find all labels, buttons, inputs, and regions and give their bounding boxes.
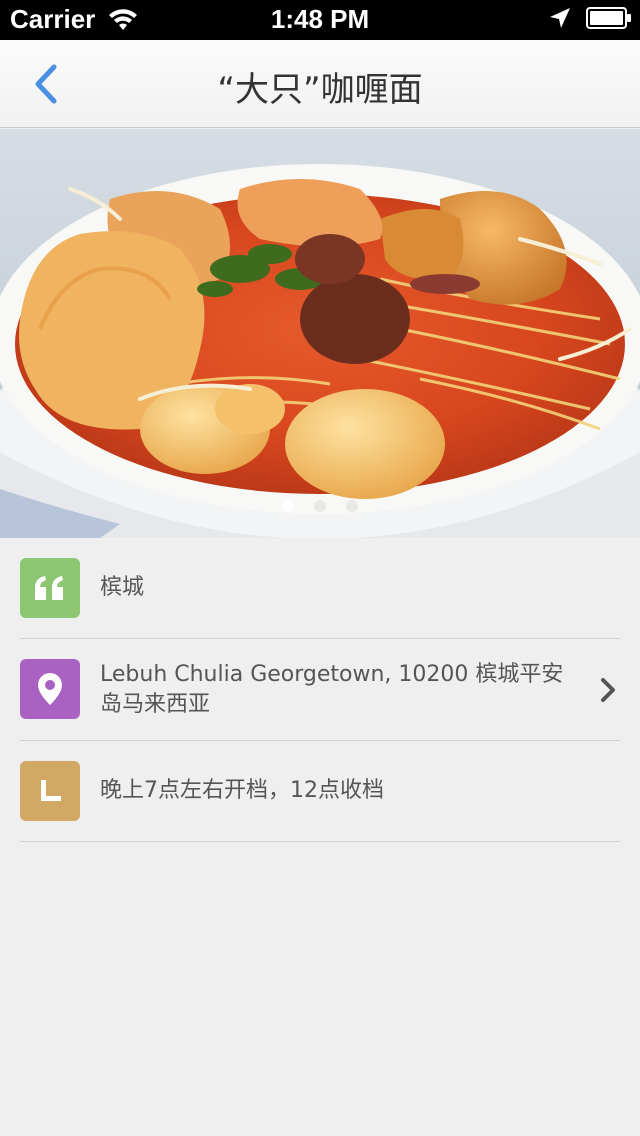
region-text: 槟城 <box>100 575 145 600</box>
location-arrow-icon <box>550 8 570 28</box>
status-time: 1:48 PM <box>270 4 370 34</box>
clock-icon <box>20 761 80 821</box>
info-list: 槟城 Lebuh Chulia Georgetown, 10200 槟城平安岛马… <box>0 538 640 842</box>
quote-icon <box>20 558 80 618</box>
page-dot-3[interactable] <box>346 500 358 512</box>
navigation-bar: “大只”咖喱面 <box>0 40 640 128</box>
chevron-right-icon[interactable] <box>596 677 620 703</box>
food-photo <box>0 129 640 538</box>
battery-icon <box>586 7 631 29</box>
info-row-region: 槟城 <box>20 538 620 639</box>
map-pin-icon <box>20 659 80 719</box>
chevron-left-icon <box>35 64 57 104</box>
page-indicator[interactable] <box>0 500 640 512</box>
address-text: Lebuh Chulia Georgetown, 10200 槟城平安岛马来西亚 <box>100 661 564 717</box>
info-row-hours: 晚上7点左右开档，12点收档 <box>20 741 620 842</box>
status-bar: Carrier 1:48 PM <box>0 0 640 40</box>
page-title: “大只”咖喱面 <box>217 70 423 110</box>
info-row-address[interactable]: Lebuh Chulia Georgetown, 10200 槟城平安岛马来西亚 <box>20 639 620 741</box>
back-button[interactable] <box>22 60 70 108</box>
photo-carousel[interactable] <box>0 129 640 538</box>
status-right <box>548 6 632 30</box>
page-dot-1[interactable] <box>282 500 294 512</box>
hours-text: 晚上7点左右开档，12点收档 <box>100 778 384 803</box>
page-dot-2[interactable] <box>314 500 326 512</box>
